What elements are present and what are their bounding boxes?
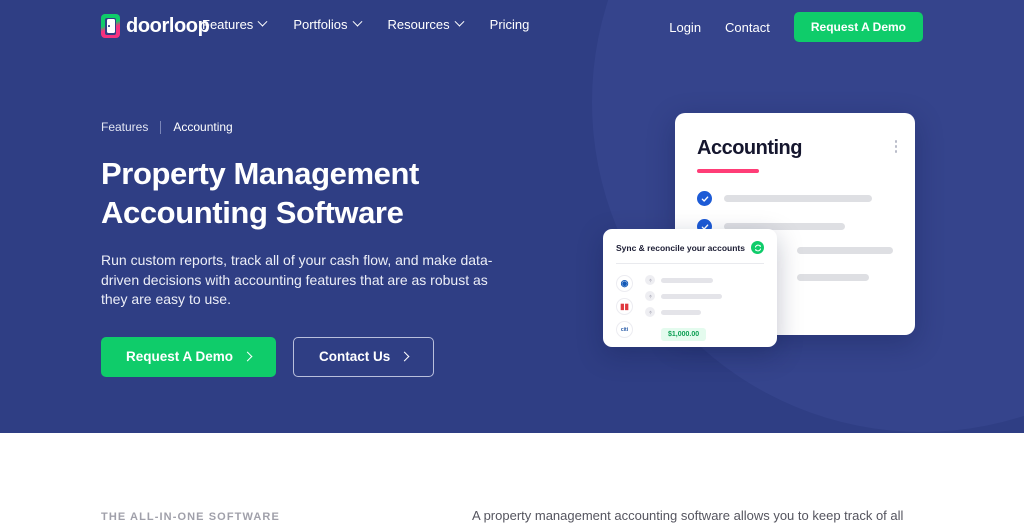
login-link[interactable]: Login bbox=[669, 20, 701, 35]
table-row bbox=[645, 291, 764, 301]
nav-item-label: Pricing bbox=[489, 17, 530, 32]
bank-logo-chase-icon: ◉ bbox=[616, 275, 633, 292]
contact-us-button[interactable]: Contact Us bbox=[293, 336, 435, 377]
nav-item-pricing[interactable]: Pricing bbox=[490, 17, 530, 32]
table-row bbox=[645, 275, 764, 285]
request-demo-nav-button[interactable]: Request A Demo bbox=[793, 12, 923, 42]
placeholder-bar bbox=[724, 195, 872, 202]
chevron-down-icon bbox=[454, 16, 465, 27]
contact-link[interactable]: Contact bbox=[725, 20, 770, 35]
primary-nav-menu: Features Portfolios Resources Pricing bbox=[202, 16, 530, 32]
nav-item-features[interactable]: Features bbox=[202, 16, 268, 32]
sync-card-body: ◉ ▮▮ citi $1,000.00 bbox=[616, 264, 764, 341]
kebab-menu-icon[interactable] bbox=[894, 140, 897, 153]
breadcrumb-item-accounting: Accounting bbox=[173, 120, 233, 134]
nav-item-portfolios[interactable]: Portfolios bbox=[293, 16, 362, 32]
nav-item-label: Portfolios bbox=[293, 17, 348, 32]
accounting-card-title: Accounting bbox=[697, 137, 803, 159]
chevron-down-icon bbox=[352, 16, 362, 27]
transaction-list: $1,000.00 bbox=[645, 275, 764, 341]
sync-card-header: Sync & reconcile your accounts bbox=[616, 241, 764, 264]
chevron-right-icon bbox=[399, 351, 410, 362]
hero-cta-group: Request A Demo Contact Us bbox=[101, 336, 531, 377]
secondary-nav-menu: Login Contact Request A Demo bbox=[669, 12, 923, 42]
arrow-up-icon bbox=[645, 291, 655, 301]
placeholder-bar bbox=[797, 247, 893, 254]
bank-logo-citi-icon: citi bbox=[616, 321, 633, 338]
bank-logo-list: ◉ ▮▮ citi bbox=[616, 275, 633, 341]
bank-logo-bofa-icon: ▮▮ bbox=[616, 298, 633, 315]
check-circle-icon bbox=[697, 191, 712, 206]
placeholder-bar bbox=[661, 293, 722, 299]
request-demo-button-label: Request A Demo bbox=[126, 349, 234, 364]
doorloop-door-logo-icon bbox=[101, 14, 120, 38]
brand-name: doorloop bbox=[126, 14, 210, 37]
placeholder-bar bbox=[797, 274, 869, 281]
chevron-down-icon bbox=[257, 16, 268, 27]
placeholder-bar bbox=[661, 277, 713, 283]
page-title-line1: Property Management bbox=[101, 156, 419, 191]
below-fold-section: THE ALL-IN-ONE SOFTWARE A property manag… bbox=[0, 433, 1024, 525]
request-demo-button[interactable]: Request A Demo bbox=[101, 336, 277, 377]
accounting-card-accent-rule bbox=[697, 169, 759, 173]
breadcrumb-separator bbox=[160, 120, 162, 134]
sync-reconcile-card: Sync & reconcile your accounts ◉ ▮▮ citi bbox=[603, 229, 777, 347]
table-row bbox=[645, 307, 764, 317]
breadcrumb: Features Accounting bbox=[101, 120, 531, 134]
section-paragraph: A property management accounting softwar… bbox=[472, 508, 904, 523]
list-item bbox=[797, 247, 893, 254]
page-title-line2: Accounting Software bbox=[101, 195, 404, 230]
sync-card-title: Sync & reconcile your accounts bbox=[616, 242, 745, 253]
arrow-up-icon bbox=[645, 307, 655, 317]
breadcrumb-item-features[interactable]: Features bbox=[101, 120, 148, 134]
chevron-right-icon bbox=[242, 351, 253, 362]
page-title: Property Management Accounting Software bbox=[101, 154, 531, 232]
main-navbar: doorloop Features Portfolios Resources P… bbox=[0, 0, 1024, 52]
hero-content: Features Accounting Property Management … bbox=[101, 120, 531, 377]
list-item bbox=[697, 191, 893, 206]
hero-subtitle: Run custom reports, track all of your ca… bbox=[101, 252, 493, 307]
list-item bbox=[797, 274, 893, 281]
page-root: doorloop Features Portfolios Resources P… bbox=[0, 0, 1024, 525]
arrow-up-icon bbox=[645, 275, 655, 285]
refresh-sync-icon[interactable] bbox=[751, 241, 764, 254]
nav-item-label: Features bbox=[202, 17, 254, 32]
contact-us-button-label: Contact Us bbox=[319, 349, 391, 364]
brand-logo[interactable]: doorloop bbox=[101, 14, 210, 38]
transaction-amount-badge: $1,000.00 bbox=[661, 328, 707, 341]
nav-item-resources[interactable]: Resources bbox=[387, 16, 465, 32]
nav-item-label: Resources bbox=[387, 17, 450, 32]
placeholder-bar bbox=[661, 309, 701, 315]
section-eyebrow: THE ALL-IN-ONE SOFTWARE bbox=[101, 511, 280, 523]
